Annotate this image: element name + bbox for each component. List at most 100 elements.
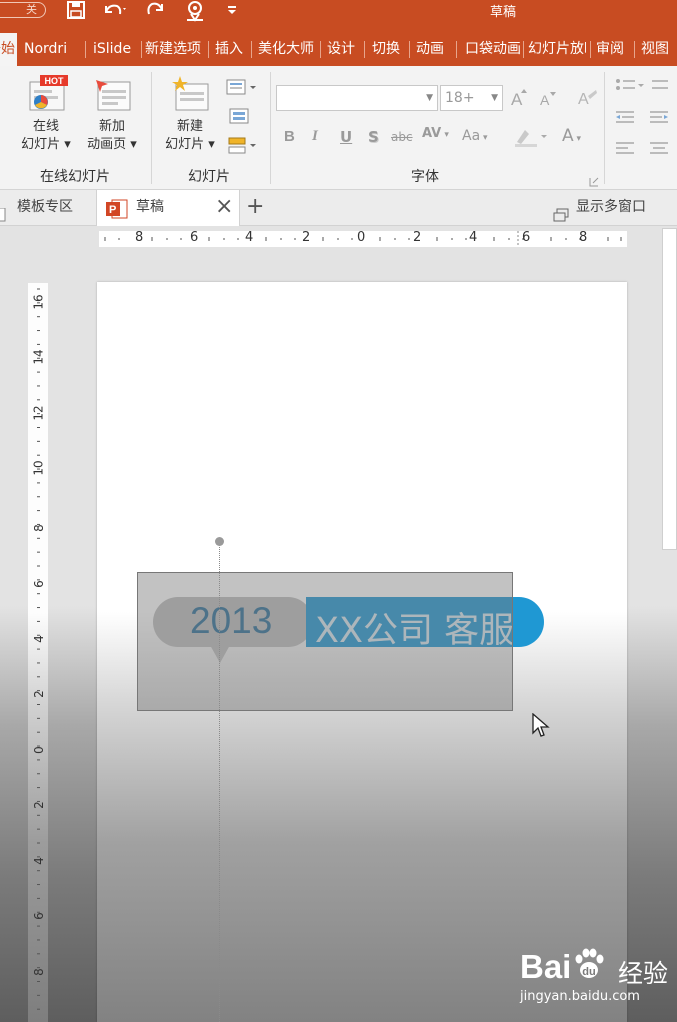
decrease-font-size-icon[interactable]: A [538, 88, 558, 112]
ruler-label: 0 [357, 230, 366, 245]
ruler-label: 0 [31, 746, 46, 754]
new-slide-button[interactable]: 新建 幻灯片 ▾ [158, 74, 222, 154]
ruler-label: 8 [31, 968, 46, 976]
group-label-font: 字体 [411, 169, 439, 185]
redo-icon[interactable] [145, 0, 167, 22]
svg-text:du: du [583, 966, 596, 978]
tab-pocket-animation[interactable]: 口袋动画 [465, 33, 520, 66]
save-icon[interactable] [66, 0, 86, 22]
window-title: 草稿 [490, 5, 517, 20]
group-label-online-slides: 在线幻灯片 [40, 169, 110, 185]
character-spacing-label: AV [422, 126, 442, 141]
svg-text:A: A [511, 90, 523, 108]
vertical-ruler: 16 14 12 10 8 6 4 2 0 2 4 6 8 [28, 283, 48, 1022]
clear-formatting-icon[interactable]: A [576, 86, 598, 112]
tab-islide[interactable]: iSlide [93, 33, 137, 66]
ruler-label: 6 [522, 230, 531, 245]
tab-separator [85, 41, 86, 58]
tab-slideshow[interactable]: 幻灯片放映 [528, 33, 586, 66]
strikethrough-button[interactable]: abc [391, 130, 413, 144]
font-dialog-launcher-icon[interactable] [589, 172, 599, 191]
vertical-scrollbar[interactable] [662, 228, 677, 550]
present-from-start-icon[interactable] [183, 0, 209, 22]
tab-separator [364, 41, 365, 58]
tab-separator [141, 41, 142, 58]
ruler-label: 6 [31, 912, 46, 920]
ruler-label: 4 [31, 635, 46, 643]
tab-separator [590, 41, 591, 58]
online-slides-button[interactable]: HOT 在线 幻灯片 ▾ [14, 74, 78, 154]
ruler-label: 2 [31, 801, 46, 809]
indent-icon[interactable] [614, 108, 674, 132]
section-icon[interactable] [226, 136, 258, 160]
new-tab-button[interactable]: + [246, 190, 268, 226]
timeline-guide-line [219, 541, 220, 1022]
svg-text:P: P [109, 204, 116, 216]
timeline-guide-dot [215, 537, 224, 546]
doc-tab-templates[interactable]: 模板专区 [0, 190, 94, 226]
watermark-jingyan: 经验 [618, 959, 669, 988]
ruler-label: 4 [469, 230, 478, 245]
tab-beautify-master[interactable]: 美化大师 [258, 33, 317, 66]
shadow-button[interactable]: S [368, 128, 379, 146]
title-bar: 关 草稿 [0, 0, 677, 33]
svg-text:A: A [578, 91, 589, 108]
tab-home[interactable]: 开始 [0, 33, 17, 66]
font-size-select[interactable]: 18+ ▼ [440, 85, 503, 111]
tab-design[interactable]: 设计 [327, 33, 359, 66]
watermark-logo: Bai du [520, 948, 606, 988]
ruler-label: 2 [302, 230, 311, 245]
bullets-icon[interactable] [614, 76, 674, 100]
tab-separator [456, 41, 457, 58]
tab-insert[interactable]: 插入 [215, 33, 247, 66]
character-spacing-button[interactable]: AV ▾ [422, 126, 449, 141]
undo-icon[interactable] [101, 0, 129, 22]
ribbon: HOT 在线 幻灯片 ▾ 新加 动画页 ▾ 在线幻灯片 新建 幻灯片 ▾ 幻灯片… [0, 66, 677, 190]
change-case-label: Aa [462, 128, 481, 144]
ruler-label: 4 [245, 230, 254, 245]
ruler-label: 6 [31, 580, 46, 588]
align-icon[interactable] [614, 138, 674, 162]
font-color-button[interactable]: A ▾ [562, 126, 581, 146]
tab-separator [634, 41, 635, 58]
tab-separator [320, 41, 321, 58]
horizontal-ruler: 8 6 4 2 0 2 4 6 8 [99, 230, 627, 247]
tab-review[interactable]: 审阅 [596, 33, 628, 66]
ruler-label: 2 [31, 690, 46, 698]
tab-new-options[interactable]: 新建选项 [145, 33, 205, 66]
group-separator [604, 72, 605, 184]
close-tab-icon[interactable]: × [215, 190, 233, 224]
tab-transitions[interactable]: 切换 [372, 33, 404, 66]
tab-view[interactable]: 视图 [641, 33, 673, 66]
tab-nordri[interactable]: Nordri [24, 33, 79, 66]
ruler-label: 16 [31, 294, 46, 310]
mouse-cursor-icon [532, 712, 550, 743]
chevron-down-icon[interactable] [226, 0, 238, 22]
ruler-label: 4 [31, 857, 46, 865]
italic-button[interactable]: I [312, 128, 318, 145]
font-color-label: A [562, 126, 574, 146]
new-slide-icon [172, 76, 209, 111]
font-name-select[interactable]: ▼ [276, 85, 438, 111]
autosave-toggle[interactable]: 关 [0, 2, 46, 18]
highlight-icon[interactable] [513, 126, 549, 152]
ruler-label: 10 [31, 460, 46, 476]
group-label-slides: 幻灯片 [188, 169, 230, 185]
watermark-url: jingyan.baidu.com [520, 989, 640, 1004]
online-slides-icon: HOT [29, 75, 68, 111]
increase-font-size-icon[interactable]: A [509, 86, 531, 112]
group-separator [270, 72, 271, 184]
new-animation-page-button[interactable]: 新加 动画页 ▾ [80, 74, 144, 154]
tab-separator [251, 41, 252, 58]
underline-button[interactable]: U [340, 128, 352, 146]
selection-overlay-rectangle[interactable] [137, 572, 513, 711]
reset-slide-icon[interactable] [226, 106, 252, 130]
tab-animations[interactable]: 动画 [416, 33, 448, 66]
change-case-button[interactable]: Aa ▾ [462, 128, 488, 144]
ruler-label: 8 [579, 230, 588, 245]
bold-button[interactable]: B [284, 128, 295, 145]
multi-window-button[interactable]: 显示多窗口 [552, 190, 677, 226]
layout-icon[interactable] [226, 78, 258, 100]
doc-tab-draft[interactable]: P 草稿 × [96, 190, 240, 226]
ribbon-tabs: 开始 Nordri iSlide 新建选项 插入 美化大师 设计 切换 动画 口… [0, 33, 677, 66]
